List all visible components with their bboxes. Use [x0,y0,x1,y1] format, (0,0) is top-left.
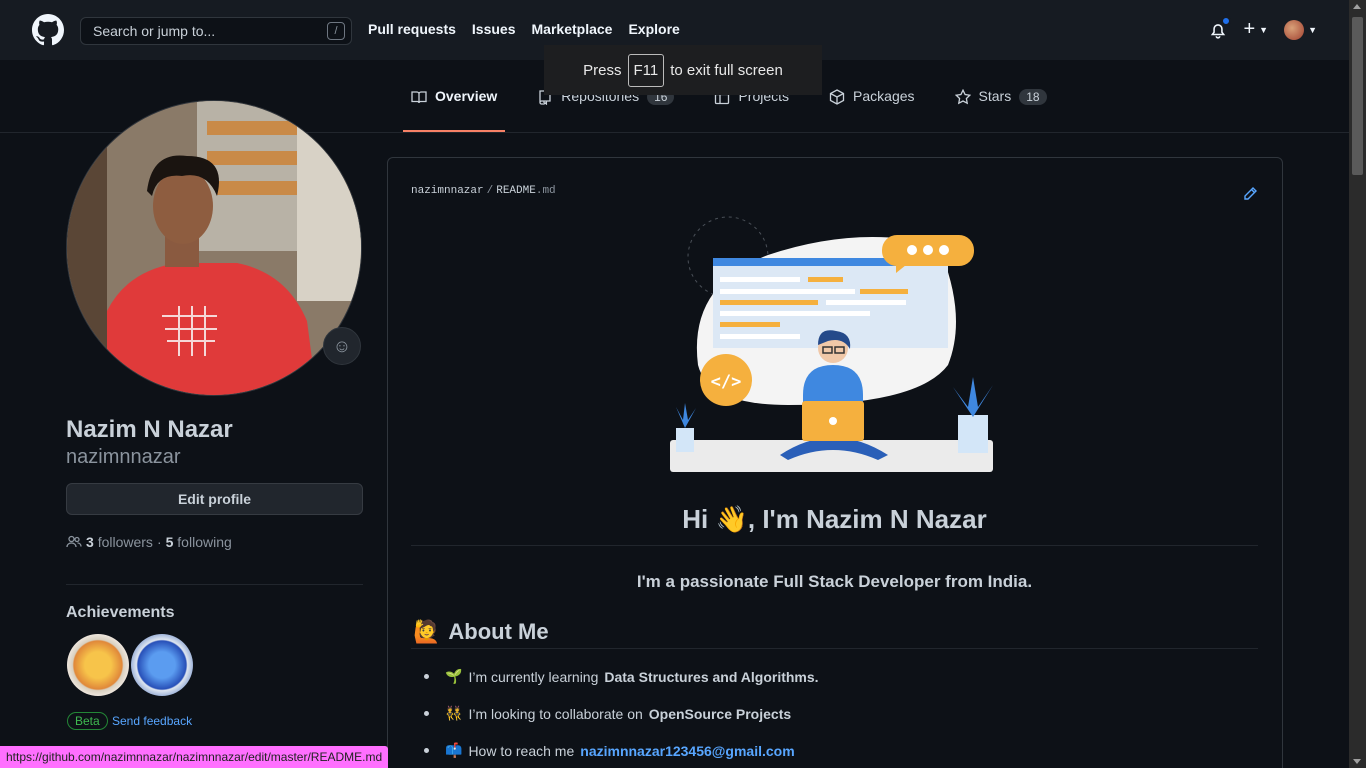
readme-greeting: Hi 👋, I'm Nazim N Nazar [682,504,987,534]
achievements-title: Achievements [66,604,175,621]
set-status-button[interactable]: ☺ [323,327,361,365]
tab-overview-label: Overview [435,88,498,104]
about-me-heading: 🙋 About Me [413,619,549,645]
avatar [1284,19,1305,40]
seedling-icon: 🌱 [445,668,463,684]
readme-file-link[interactable]: README.md [496,185,555,197]
nav-explore[interactable]: Explore [628,21,679,37]
sidebar-divider [66,584,363,585]
search-placeholder: Search or jump to... [93,23,216,39]
nav-issues[interactable]: Issues [472,21,516,37]
scroll-up-icon[interactable] [1353,4,1361,9]
profile-name: Nazim N Nazar [66,416,233,443]
plus-icon: + [1243,18,1256,40]
edit-profile-button[interactable]: Edit profile [66,483,363,515]
raising-hand-icon: 🙋 [413,619,441,644]
readme-file-base: README [496,185,536,197]
people-icon [66,535,82,548]
page-scrollbar[interactable] [1349,0,1366,768]
achievement-badge-shark[interactable] [131,634,193,696]
list-item-bold: Data Structures and Algorithms. [604,668,819,685]
list-item: 🌱 I’m currently learning Data Structures… [424,668,819,685]
mailbox-icon: 📫 [445,742,463,758]
pencil-icon[interactable] [1242,186,1258,202]
following-count: 5 [165,534,174,550]
nav-pull-requests[interactable]: Pull requests [368,21,456,37]
list-item-text: I’m currently learning [468,668,599,685]
list-item: 📫 How to reach me nazimnnazar123456@gmai… [424,742,795,759]
star-icon [954,89,971,105]
fullscreen-toast: Press F11 to exit full screen [544,45,822,95]
tab-packages[interactable]: Packages [821,88,922,132]
tab-packages-label: Packages [853,88,915,104]
followers-link[interactable]: 3 followers [86,534,153,550]
readme-divider [411,545,1258,546]
create-new-button[interactable]: + ▼ [1243,18,1268,41]
scroll-down-icon[interactable] [1353,759,1361,764]
path-separator: / [486,185,494,197]
list-item: 👯 I’m looking to collaborate on OpenSour… [424,705,791,722]
about-divider [411,648,1258,649]
email-link[interactable]: nazimnnazar123456@gmail.com [580,743,794,759]
global-nav: Pull requests Issues Marketplace Explore [368,21,680,37]
achievement-badge-yolo[interactable] [67,634,129,696]
readme-owner-link[interactable]: nazimnnazar [411,185,484,197]
tab-overview[interactable]: Overview [403,88,506,132]
list-item-bold: OpenSource Projects [648,705,792,722]
toast-rest: to exit full screen [670,61,783,79]
github-logo-icon[interactable] [32,14,64,46]
package-icon [829,89,845,105]
list-item-text: I’m looking to collaborate on [468,705,643,722]
svg-text:</>: </> [711,372,742,392]
readme-path: nazimnnazar / README.md [411,185,556,197]
scroll-thumb[interactable] [1352,17,1363,175]
following-link[interactable]: 5 following [166,534,232,550]
tab-stars[interactable]: Stars 18 [947,88,1055,132]
profile-login: nazimnnazar [66,446,181,468]
nav-marketplace[interactable]: Marketplace [532,21,613,37]
profile-photo [67,101,361,395]
caret-down-icon: ▼ [1308,24,1317,35]
about-me-title: About Me [448,619,549,644]
toast-press: Press [583,61,622,79]
header-actions: + ▼ ▼ [1209,15,1317,41]
stats-separator: · [156,534,162,550]
toast-key: F11 [627,53,665,87]
notifications-button[interactable] [1209,15,1232,40]
people-hugging-icon: 👯 [445,705,463,721]
following-label: following [177,534,232,550]
beta-badge: Beta [67,712,108,730]
book-icon [411,91,427,104]
user-menu-button[interactable]: ▼ [1284,19,1317,40]
search-input[interactable]: Search or jump to... / [80,17,352,45]
smiley-icon: ☺ [332,335,352,356]
list-item-text: How to reach me [468,742,575,759]
search-shortcut-key: / [327,22,345,40]
developer-illustration: </> [670,216,993,472]
followers-count: 3 [86,534,94,550]
stars-count: 18 [1019,89,1047,105]
follow-stats: 3 followers · 5 following [66,534,232,550]
followers-label: followers [97,534,153,550]
send-feedback-link[interactable]: Send feedback [112,714,192,728]
caret-down-icon: ▼ [1259,24,1269,35]
readme-file-ext: .md [535,185,556,197]
tab-stars-label: Stars [978,88,1012,104]
readme-tagline: I'm a passionate Full Stack Developer fr… [636,572,1033,591]
notification-dot [1221,15,1232,26]
status-url-bar: https://github.com/nazimnnazar/nazimnnaz… [0,746,389,768]
profile-avatar[interactable] [66,100,362,396]
